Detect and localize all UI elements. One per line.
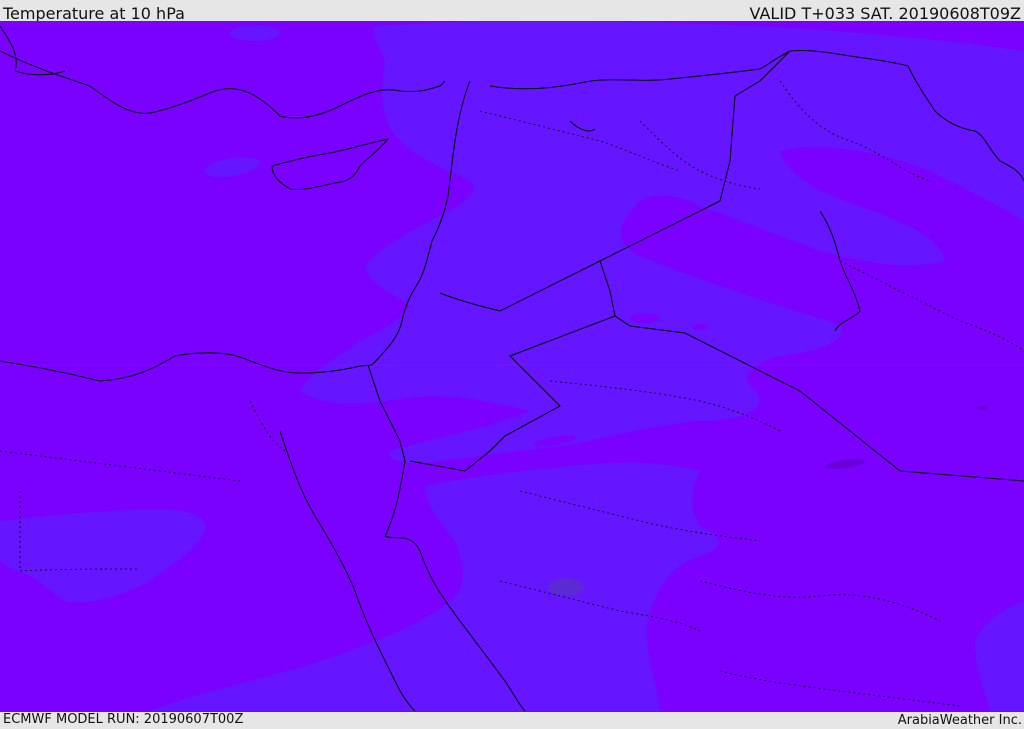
warm-spot-east-2 (977, 406, 987, 410)
header-bar: Temperature at 10 hPa VALID T+033 SAT. 2… (0, 0, 1024, 23)
cool-spot-arabia (548, 578, 584, 596)
model-run-label: ECMWF MODEL RUN: 20190607T00Z (3, 712, 244, 727)
footer-bar: ECMWF MODEL RUN: 20190607T00Z ArabiaWeat… (0, 712, 1024, 729)
temperature-map (0, 21, 1024, 712)
warm-spot-iraq-2 (692, 324, 708, 330)
warm-spot-iraq (630, 313, 660, 323)
cool-region-aegean (230, 25, 280, 41)
credit-label: ArabiaWeather Inc. (897, 713, 1022, 728)
